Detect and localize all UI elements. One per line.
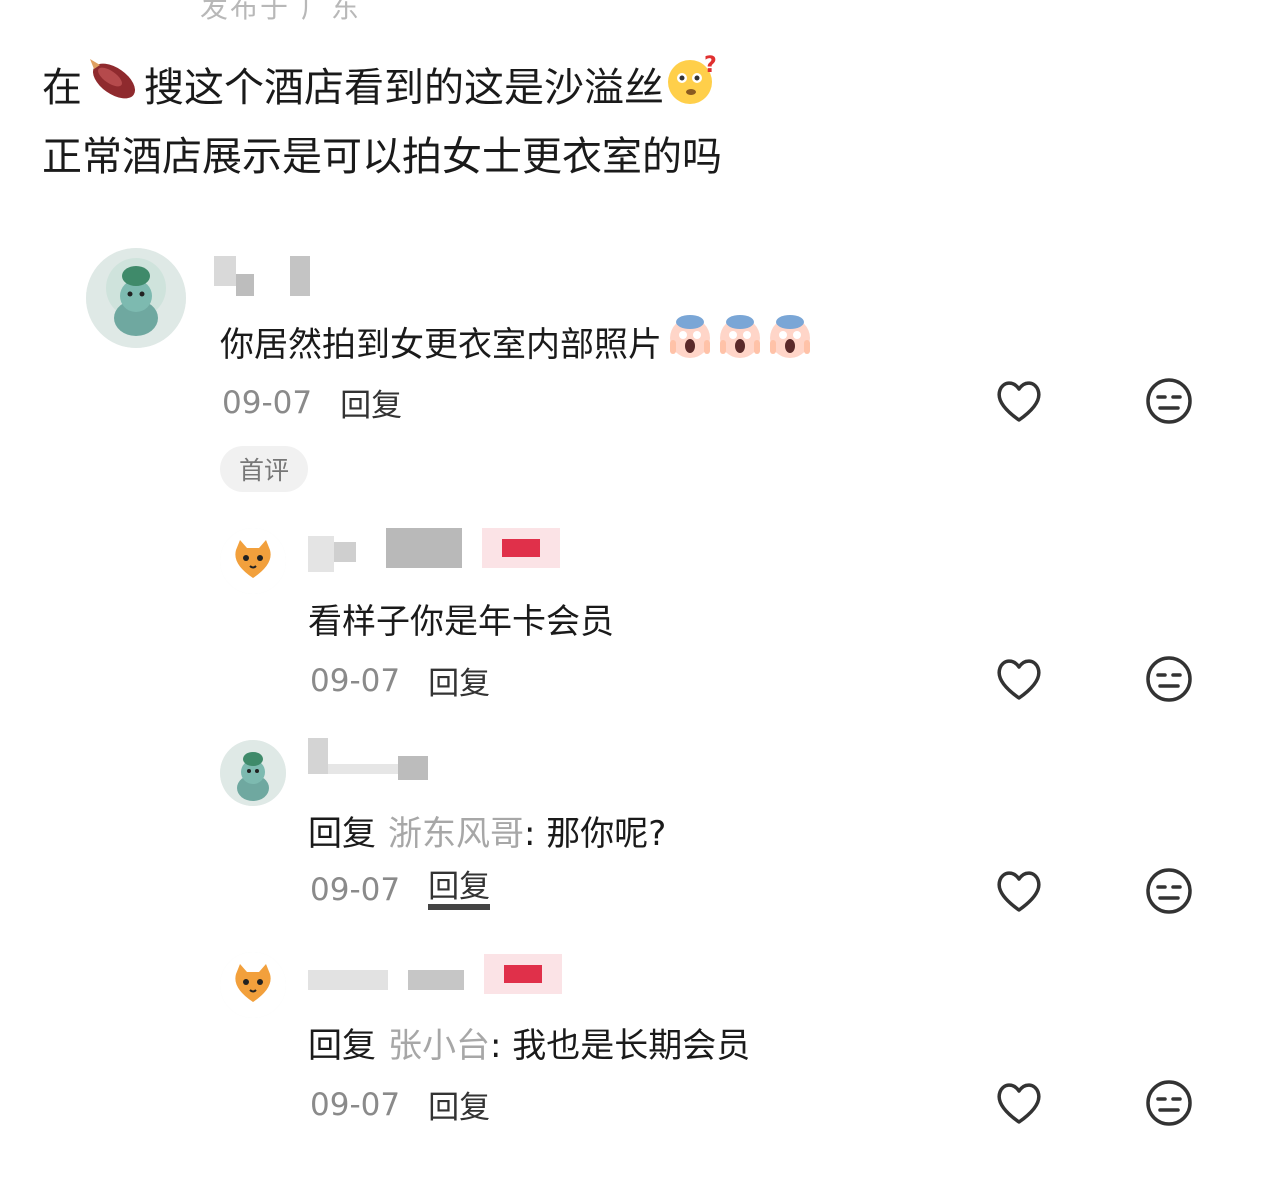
comment-text: 看样子你是年卡会员 — [308, 602, 614, 642]
reply-target-name[interactable]: 浙东风哥 — [388, 806, 524, 855]
comment-text: 回复 张小台 : 我也是长期会员 — [308, 1018, 750, 1067]
like-heart-icon[interactable] — [992, 652, 1046, 706]
svg-text:?: ? — [704, 53, 717, 78]
username-blurred — [214, 256, 310, 296]
sweet-potato-icon — [82, 51, 144, 125]
reply-body: : 那你呢? — [524, 814, 667, 854]
dislike-face-icon[interactable] — [1142, 652, 1196, 706]
reply-button[interactable]: 回复 — [428, 658, 490, 703]
thinking-face-icon: ? — [664, 50, 722, 126]
post-body: 在 搜这个酒店看到的这是沙溢丝 ? 正常酒店展示是可以拍女士更衣室的吗 — [42, 50, 1222, 188]
like-heart-icon[interactable] — [992, 1076, 1046, 1130]
comment-date: 09-07 — [310, 662, 401, 699]
reply-button[interactable]: 回复 — [428, 1082, 490, 1127]
comment-date: 09-07 — [310, 1086, 401, 1123]
dislike-face-icon[interactable] — [1142, 374, 1196, 428]
post-line-1: 在 搜这个酒店看到的这是沙溢丝 ? — [42, 50, 1222, 126]
avatar[interactable] — [220, 952, 286, 1018]
comment-meta: 09-07 回复 — [222, 380, 402, 425]
member-badge — [482, 528, 560, 568]
reply-button[interactable]: 回复 — [340, 380, 402, 425]
post-location-cropped: 发布于 广东 — [200, 0, 361, 24]
reply-prefix: 回复 — [308, 814, 376, 854]
username-blurred — [308, 528, 560, 572]
comment-meta: 09-07 回复 — [310, 1082, 490, 1127]
reply-target-name[interactable]: 张小台 — [388, 1018, 490, 1067]
comment-text: 回复 浙东风哥 : 那你呢? — [308, 806, 666, 855]
like-heart-icon[interactable] — [992, 864, 1046, 918]
dislike-face-icon[interactable] — [1142, 1076, 1196, 1130]
member-badge — [484, 954, 562, 994]
username-blurred — [308, 738, 428, 780]
comment-date: 09-07 — [310, 872, 401, 908]
screaming-face-icon — [668, 312, 814, 371]
reply-body: : 我也是长期会员 — [490, 1026, 751, 1066]
post-line-2: 正常酒店展示是可以拍女士更衣室的吗 — [42, 134, 722, 180]
reply-button[interactable]: 回复 — [428, 870, 491, 910]
avatar[interactable] — [86, 248, 186, 348]
post-text-prefix: 在 — [42, 65, 82, 111]
first-comment-badge: 首评 — [220, 446, 308, 492]
avatar[interactable] — [220, 740, 286, 806]
comment-meta: 09-07 回复 — [310, 870, 491, 910]
reply-prefix: 回复 — [308, 1026, 376, 1066]
comment-text: 你居然拍到女更衣室内部照片 — [220, 312, 814, 371]
comment-date: 09-07 — [222, 384, 313, 421]
username-blurred — [308, 954, 562, 994]
post-text-main: 搜这个酒店看到的这是沙溢丝 — [144, 65, 664, 111]
like-heart-icon[interactable] — [992, 374, 1046, 428]
avatar[interactable] — [220, 528, 286, 594]
comment-meta: 09-07 回复 — [310, 658, 490, 703]
dislike-face-icon[interactable] — [1142, 864, 1196, 918]
